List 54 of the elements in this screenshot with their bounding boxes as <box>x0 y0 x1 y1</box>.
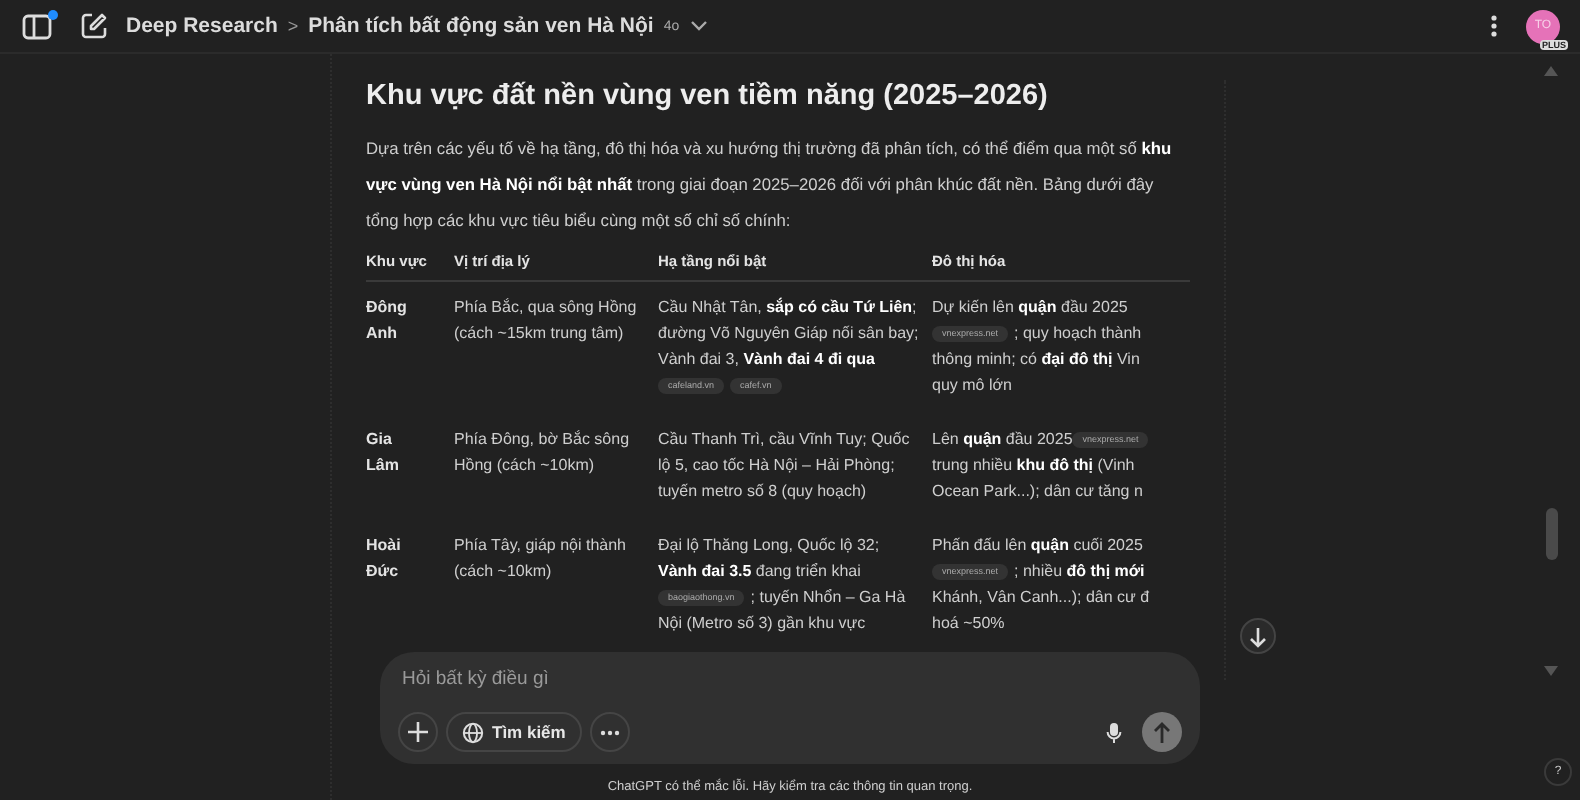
conversation-title[interactable]: Phân tích bất động sản ven Hà Nội <box>308 14 654 38</box>
message-input[interactable]: Hỏi bất kỳ điều gì <box>398 668 1182 690</box>
area-name: Đức <box>366 562 399 580</box>
arrow-up-icon <box>1152 721 1172 743</box>
table-text: thông minh; có đại đô thị Vin <box>932 350 1140 368</box>
table-text: Nội (Metro số 3) gần khu vực <box>658 614 866 632</box>
new-chat-icon[interactable] <box>80 12 108 40</box>
table-text: Phía Bắc, qua sông Hồng <box>454 298 637 316</box>
table-text: ; nhiều đô thị mới <box>1014 562 1145 580</box>
intro-paragraph: Dựa trên các yếu tố về hạ tầng, đô thị hóa và xu hướng thị trường đã phân tích, có thể điểm qua một số khu vực vùng ven Hà Nội nổi bật nhất trong giai đoạn 2025–2026 đối với phân khúc đất nền. Bảng dưới đây tổng hợp các khu vực tiêu biểu cùng một số chỉ số chính: <box>366 136 1174 234</box>
area-name: Hoài <box>366 536 401 554</box>
area-name: Lâm <box>366 456 399 474</box>
table-text: đường Võ Nguyên Giáp nối sân bay; <box>658 324 919 342</box>
microphone-icon <box>1106 721 1122 743</box>
table-text: ; tuyến Nhổn – Ga Hà <box>750 588 906 606</box>
area-name: Gia <box>366 430 392 448</box>
area-name: Đông <box>366 298 407 316</box>
table-text: ; quy hoạch thành <box>1014 324 1142 342</box>
table-text: Dự kiến lên quận đầu 2025 <box>932 298 1128 316</box>
table-text: Lên quận đầu 2025 <box>932 430 1073 448</box>
table-text: trung nhiều khu đô thị (Vinh <box>932 456 1135 474</box>
table-text: tuyến metro số 8 (quy hoạch) <box>658 482 867 500</box>
table-text: (cách ~10km) <box>454 562 552 580</box>
table-text: Phấn đấu lên quận cuối 2025 <box>932 536 1143 554</box>
ellipsis-icon <box>599 729 620 735</box>
more-tools-button[interactable] <box>589 712 630 752</box>
area-name: Anh <box>366 324 398 342</box>
globe-icon <box>462 721 484 743</box>
table-text: Vành đai 3, Vành đai 4 đi qua <box>658 350 875 368</box>
plus-icon <box>408 722 428 742</box>
table-text: Ocean Park...); dân cư tăng n <box>932 482 1143 500</box>
search-button[interactable]: Tìm kiếm <box>446 712 582 752</box>
chevron-down-icon[interactable] <box>689 20 708 32</box>
arrow-down-icon <box>1248 625 1268 647</box>
table-text: Đại lộ Thăng Long, Quốc lộ 32; <box>658 536 880 554</box>
scrollbar-thumb[interactable] <box>1545 508 1557 560</box>
table-text: quy mô lớn <box>932 376 1012 394</box>
table-text: Cầu Thanh Trì, cầu Vĩnh Tuy; Quốc <box>658 430 910 448</box>
table-text: Khánh, Vân Canh...); dân cư đ <box>932 588 1150 606</box>
more-options-icon[interactable] <box>1490 14 1498 38</box>
table-text: Phía Tây, giáp nội thành <box>454 536 626 554</box>
table-text: hoá ~50% <box>932 614 1005 632</box>
section-heading: Khu vực đất nền vùng ven tiềm năng (2025–2026) <box>366 80 1050 112</box>
table-text: Hồng (cách ~10km) <box>454 456 595 474</box>
scroll-to-bottom-button[interactable] <box>1240 618 1276 654</box>
breadcrumb-separator: > <box>287 16 299 36</box>
table-text: Cầu Nhật Tân, sắp có cầu Tứ Liên; <box>658 298 917 316</box>
table-text: lộ 5, cao tốc Hà Nội – Hải Phòng; <box>658 456 895 474</box>
sidebar-icon[interactable] <box>22 12 54 40</box>
add-button[interactable] <box>398 712 438 752</box>
table-text: Vành đai 3.5 đang triển khai <box>658 562 861 580</box>
table-text: Phía Đông, bờ Bắc sông <box>454 430 630 448</box>
project-name[interactable]: Deep Research <box>126 14 278 38</box>
table-text: (cách ~15km trung tâm) <box>454 324 624 342</box>
